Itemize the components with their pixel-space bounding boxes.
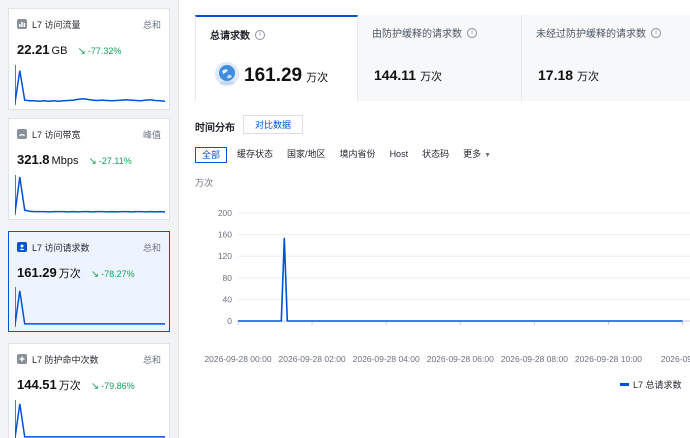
x-tick-label: 2026-09-28 08:00 <box>501 354 568 364</box>
chart-legend[interactable]: L7 总请求数 <box>620 378 682 391</box>
y-axis-unit-label: 万次 <box>195 177 213 188</box>
filter-status-code[interactable]: 状态码 <box>422 147 449 163</box>
metric-card-bandwidth[interactable]: L7 访问带宽 峰值 321.8 Mbps ↘ -27.11% <box>8 118 170 220</box>
tab-label: 由防护缓释的请求数 <box>372 29 462 40</box>
filter-all[interactable]: 全部 <box>195 147 228 163</box>
tab-value: 144.11 <box>374 67 417 83</box>
requests-line-chart: 万次 0 40 80 120 160 200 2026-09-28 00:00 2026-09-… <box>195 177 690 364</box>
metric-value: 161.29 <box>17 265 57 280</box>
metric-trend: ↘ -78.27% <box>90 269 135 280</box>
metric-title: L7 访问带宽 <box>32 129 81 140</box>
metric-aggregation: 总和 <box>142 242 161 253</box>
tab-unmitigated-requests[interactable]: 未经过防护缓释的请求数 i 17.18 万次 <box>522 15 690 101</box>
metric-aggregation: 峰值 <box>142 129 161 140</box>
metric-aggregation: 总和 <box>142 19 161 30</box>
metric-unit: GB <box>51 45 68 57</box>
metric-sparkline <box>15 65 165 105</box>
globe-icon <box>215 62 239 86</box>
metric-sparkline <box>15 400 165 438</box>
y-tick-label: 40 <box>223 294 233 304</box>
x-tick-label: 2026-09-28 02:00 <box>279 354 346 364</box>
filter-country-region[interactable]: 国家/地区 <box>287 147 326 163</box>
filter-cache-status[interactable]: 缓存状态 <box>237 147 273 163</box>
tab-unit: 万次 <box>420 71 443 83</box>
filter-more[interactable]: 更多 ▼ <box>463 147 491 163</box>
info-icon[interactable]: i <box>255 29 265 40</box>
series-line <box>238 237 683 322</box>
metric-trend: ↘ -77.32% <box>77 46 122 57</box>
stat-tabs: 总请求数 i 161.29 万次 由防护缓释的请求数 i 144.11 万次 未经过… <box>195 15 690 101</box>
x-tick-label: 2026-09-28 10:00 <box>575 354 642 364</box>
trend-down-arrow-icon: ↘ <box>77 46 86 57</box>
x-tick-label: 2026-09-28 06:00 <box>427 354 494 364</box>
metric-aggregation: 总和 <box>142 354 161 365</box>
metric-unit: Mbps <box>51 155 79 167</box>
chevron-down-icon: ▼ <box>484 152 492 159</box>
sparkline-path <box>15 403 165 438</box>
y-tick-label: 80 <box>223 273 233 283</box>
tab-unit: 万次 <box>306 72 329 84</box>
x-tick-label: 2026-09-28 <box>661 354 690 364</box>
metric-trend: ↘ -27.11% <box>88 156 132 167</box>
sparkline-path <box>15 176 165 214</box>
legend-swatch <box>620 383 629 386</box>
section-title: 时间分布 <box>195 123 235 134</box>
x-tick-label: 2026-09-28 00:00 <box>204 354 271 364</box>
metric-value: 22.21 <box>17 42 50 57</box>
trend-down-arrow-icon: ↘ <box>90 269 100 280</box>
gauge-icon <box>17 129 27 139</box>
tab-total-requests[interactable]: 总请求数 i 161.29 万次 <box>195 15 358 101</box>
y-tick-label: 160 <box>218 230 232 240</box>
sparkline-path <box>15 290 165 326</box>
metric-card-traffic[interactable]: L7 访问流量 总和 22.21 GB ↘ -77.32% <box>8 8 170 110</box>
filter-host[interactable]: Host <box>390 147 409 163</box>
y-tick-label: 200 <box>218 208 232 218</box>
filter-bar: 全部 缓存状态 国家/地区 境内省份 Host 状态码 更多 ▼ <box>195 147 505 163</box>
x-tick-label: 2026-09-28 04:00 <box>353 354 420 364</box>
metric-value: 321.8 <box>17 152 50 167</box>
filter-province[interactable]: 境内省份 <box>340 147 376 163</box>
metric-sparkline <box>15 287 165 327</box>
metric-card-requests[interactable]: L7 访问请求数 总和 161.29 万次 ↘ -78.27% <box>8 231 170 332</box>
tab-value: 161.29 <box>244 65 303 86</box>
bar-chart-icon <box>17 19 27 29</box>
metric-title: L7 访问请求数 <box>32 242 90 253</box>
metric-title: L7 访问流量 <box>32 19 81 30</box>
metric-value: 144.51 <box>17 377 57 392</box>
trend-down-arrow-icon: ↘ <box>90 381 100 392</box>
plus-square-icon <box>17 354 27 364</box>
sidebar-divider <box>178 0 179 438</box>
legend-label: L7 总请求数 <box>633 380 682 390</box>
y-tick-label: 0 <box>227 316 232 326</box>
y-tick-label: 120 <box>218 251 232 261</box>
tab-value: 17.18 <box>538 67 574 83</box>
tab-label: 总请求数 <box>210 31 250 42</box>
tab-unit: 万次 <box>577 71 600 83</box>
info-icon[interactable]: i <box>467 27 477 38</box>
sparkline-path <box>15 70 165 104</box>
tab-label: 未经过防护缓释的请求数 <box>536 29 646 40</box>
metric-unit: 万次 <box>58 380 81 392</box>
tab-mitigated-requests[interactable]: 由防护缓释的请求数 i 144.11 万次 <box>358 15 522 101</box>
compare-data-button[interactable]: 对比数据 <box>243 115 303 134</box>
metric-title: L7 防护命中次数 <box>32 354 99 365</box>
metric-unit: 万次 <box>58 268 81 280</box>
metric-card-protection-hits[interactable]: L7 防护命中次数 总和 144.51 万次 ↘ -79.86% <box>8 343 170 438</box>
trend-down-arrow-icon: ↘ <box>88 156 97 167</box>
metric-sparkline <box>15 175 165 215</box>
user-icon <box>17 242 27 252</box>
info-icon[interactable]: i <box>651 27 661 38</box>
metric-trend: ↘ -79.86% <box>90 381 135 392</box>
